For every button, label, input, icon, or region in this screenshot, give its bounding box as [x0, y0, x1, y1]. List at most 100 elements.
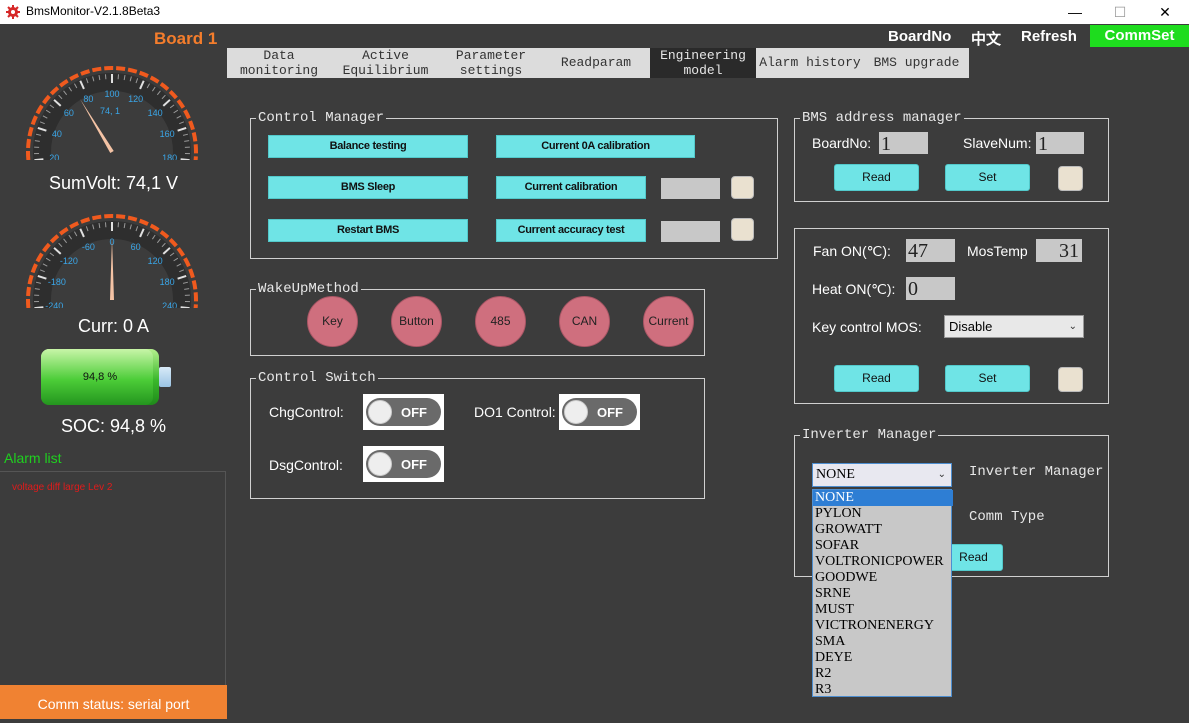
- inverter-option[interactable]: GROWATT: [813, 522, 953, 538]
- chg-toggle-state: OFF: [401, 405, 427, 420]
- temp-read-button[interactable]: Read: [834, 365, 919, 392]
- inverter-option[interactable]: SOFAR: [813, 538, 953, 554]
- current-gauge: -300-240-180-120-60060120180240300: [22, 208, 202, 308]
- address-read-button[interactable]: Read: [834, 164, 919, 191]
- do1-control-label: DO1 Control:: [474, 404, 556, 420]
- tab-parameter-settings[interactable]: Parametersettings: [440, 48, 542, 78]
- toggle-knob: [368, 452, 392, 476]
- minimize-button[interactable]: —: [1052, 0, 1098, 24]
- gauge-tick-label: 180: [160, 277, 175, 287]
- tab-bms-upgrade[interactable]: BMS upgrade: [864, 48, 969, 78]
- restart-bms-button[interactable]: Restart BMS: [268, 219, 468, 242]
- key-control-mos-select[interactable]: Disable ⌄: [944, 315, 1084, 338]
- wakeup-can-button[interactable]: CAN: [559, 296, 610, 347]
- alarm-item: voltage diff large Lev 2: [12, 482, 112, 493]
- inverter-option[interactable]: VICTRONENERGY: [813, 618, 953, 634]
- alarm-list[interactable]: [0, 471, 226, 687]
- temp-set-button[interactable]: Set: [945, 365, 1030, 392]
- inverter-option[interactable]: R2: [813, 666, 953, 682]
- inverter-option[interactable]: DEYE: [813, 650, 953, 666]
- wakeup-button-button[interactable]: Button: [391, 296, 442, 347]
- current-calibration-indicator: [731, 176, 754, 199]
- gauge-tick-label: -60: [82, 242, 95, 252]
- chevron-down-icon: ⌄: [1069, 316, 1077, 337]
- soc-label: SOC: 94,8 %: [0, 416, 227, 437]
- dsg-control-toggle[interactable]: OFF: [363, 446, 444, 482]
- maximize-button[interactable]: ☐: [1097, 0, 1143, 24]
- inverter-option[interactable]: NONE: [813, 490, 953, 506]
- tab-readparam[interactable]: Readparam: [542, 48, 650, 78]
- current-calibration-button[interactable]: Current calibration: [496, 176, 646, 199]
- gauge-tick-label: -240: [45, 301, 63, 308]
- gauge-tick-label: 240: [162, 301, 177, 308]
- inverter-option[interactable]: GOODWE: [813, 570, 953, 586]
- chg-control-toggle[interactable]: OFF: [363, 394, 444, 430]
- gauge-major-tick: [34, 307, 43, 308]
- wakeup-key-button[interactable]: Key: [307, 296, 358, 347]
- gauge-tick-label: 100: [104, 89, 119, 99]
- control-manager-title: Control Manager: [256, 110, 386, 126]
- address-status-indicator: [1058, 166, 1083, 191]
- boardno-input[interactable]: 1: [879, 132, 928, 154]
- tab-engineering-model[interactable]: Engineeringmodel: [650, 48, 756, 78]
- address-set-button[interactable]: Set: [945, 164, 1030, 191]
- current-accuracy-indicator: [731, 218, 754, 241]
- gauge-major-tick: [181, 307, 190, 308]
- inverter-manager-title: Inverter Manager: [800, 427, 938, 443]
- gauge-tick-label: 140: [148, 108, 163, 118]
- app-gear-icon: [6, 5, 20, 19]
- refresh-button[interactable]: Refresh: [1021, 28, 1077, 45]
- gauge-tick-label: -120: [60, 256, 78, 266]
- inverter-manager-label: Inverter Manager: [969, 464, 1103, 480]
- dsg-control-label: DsgControl:: [269, 457, 343, 473]
- temp-status-indicator: [1058, 367, 1083, 392]
- gauge-tick-label: 40: [52, 129, 62, 139]
- current-calibration-input[interactable]: [661, 178, 720, 199]
- tab-alarm-history[interactable]: Alarm history: [756, 48, 864, 78]
- inverter-select[interactable]: NONE ⌄: [812, 463, 952, 487]
- alarm-list-title: Alarm list: [4, 450, 62, 466]
- toggle-knob: [564, 400, 588, 424]
- gauge-major-tick: [181, 159, 190, 160]
- gauge-needle: [110, 238, 114, 300]
- wakeup-method-title: WakeUpMethod: [256, 281, 361, 297]
- current-0a-calibration-button[interactable]: Current 0A calibration: [496, 135, 695, 158]
- slavenum-input[interactable]: 1: [1036, 132, 1084, 154]
- gauge-tick-label: 180: [162, 153, 177, 160]
- battery-terminal: [159, 367, 171, 387]
- chg-control-label: ChgControl:: [269, 404, 344, 420]
- inverter-option[interactable]: VOLTRONICPOWER: [813, 554, 953, 570]
- comm-status-bar: Comm status: serial port: [0, 685, 227, 719]
- wakeup-485-button[interactable]: 485: [475, 296, 526, 347]
- gauge-tick-label: 60: [64, 108, 74, 118]
- inverter-option[interactable]: PYLON: [813, 506, 953, 522]
- inverter-option[interactable]: SMA: [813, 634, 953, 650]
- slavenum-label: SlaveNum:: [963, 135, 1031, 151]
- current-label: Curr: 0 A: [0, 316, 227, 337]
- current-accuracy-test-button[interactable]: Current accuracy test: [496, 219, 646, 242]
- inverter-option[interactable]: MUST: [813, 602, 953, 618]
- inverter-option[interactable]: R3: [813, 682, 953, 698]
- inverter-option[interactable]: SRNE: [813, 586, 953, 602]
- wakeup-current-button[interactable]: Current: [643, 296, 694, 347]
- boardno-button[interactable]: BoardNo: [888, 28, 951, 45]
- language-button[interactable]: 中文: [971, 28, 1001, 49]
- toggle-knob: [368, 400, 392, 424]
- fan-on-label: Fan ON(℃):: [813, 243, 891, 260]
- window-title: BmsMonitor-V2.1.8Beta3: [26, 4, 160, 18]
- current-accuracy-input[interactable]: [661, 221, 720, 242]
- battery-percent: 94,8 %: [41, 349, 159, 405]
- inverter-dropdown-list[interactable]: NONEPYLONGROWATTSOFARVOLTRONICPOWERGOODW…: [812, 489, 952, 697]
- commset-button[interactable]: CommSet: [1090, 25, 1189, 47]
- bms-sleep-button[interactable]: BMS Sleep: [268, 176, 468, 199]
- heat-on-input[interactable]: 0: [906, 277, 955, 300]
- do1-control-toggle[interactable]: OFF: [559, 394, 640, 430]
- tab-active-equilibrium[interactable]: ActiveEquilibrium: [331, 48, 440, 78]
- close-button[interactable]: ✕: [1142, 0, 1188, 24]
- tab-data-monitoring[interactable]: Datamonitoring: [227, 48, 331, 78]
- board-label: Board 1: [154, 29, 217, 49]
- fan-on-input[interactable]: 47: [906, 239, 955, 262]
- do1-toggle-state: OFF: [597, 405, 623, 420]
- gauge-tick-label: 120: [128, 94, 143, 104]
- balance-testing-button[interactable]: Balance testing: [268, 135, 468, 158]
